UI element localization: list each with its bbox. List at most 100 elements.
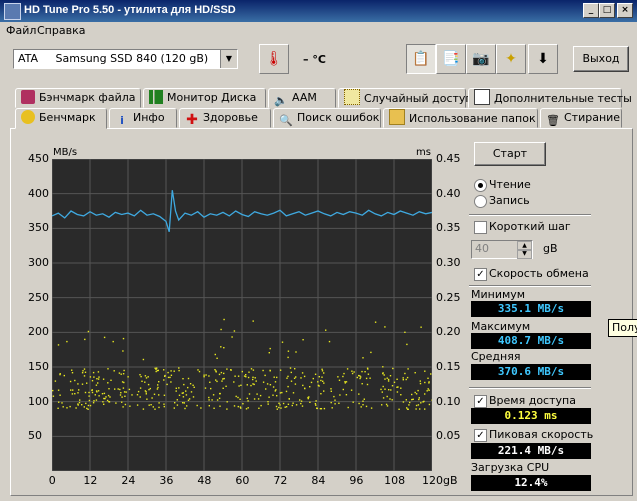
y-right-tick: 0.25 [436, 290, 461, 304]
access-time-point [252, 376, 254, 378]
access-time-point [364, 371, 366, 373]
access-time-point [142, 358, 145, 361]
access-time-point [91, 389, 93, 391]
maximize-button[interactable]: □ [599, 3, 615, 18]
access-time-point [284, 406, 286, 408]
access-time-point [235, 395, 237, 398]
access-time-point [66, 407, 68, 409]
access-time-point [52, 389, 54, 392]
write-radio[interactable] [474, 195, 487, 208]
x-tick: 48 [197, 474, 212, 487]
access-time-point [287, 350, 290, 352]
access-time-point [338, 379, 341, 381]
tab-benchmark[interactable]: Бенчмарк [15, 108, 107, 129]
tab-health[interactable]: ✚ Здоровье [179, 108, 271, 128]
access-time-point [129, 405, 131, 407]
access-time-point [240, 407, 242, 409]
tab-file-benchmark[interactable]: Бэнчмарк файла [15, 88, 141, 108]
min-value: 335.1 MB/s [471, 301, 591, 317]
thermometer-icon[interactable]: 🌡 [259, 44, 289, 74]
access-time-point [81, 383, 84, 385]
tab-aam[interactable]: 🔈 AAM [268, 88, 336, 108]
tab-erase[interactable]: 🗑 Стирание [540, 108, 622, 128]
access-time-point [216, 380, 218, 383]
access-time-point [269, 370, 271, 372]
access-time-point [363, 398, 365, 400]
access-time-point [285, 390, 288, 393]
camera-icon[interactable]: 📷 [466, 44, 496, 74]
drive-select[interactable]: ATA Samsung SSD 840 (120 gB) ▼ [13, 49, 238, 69]
minimize-button[interactable]: _ [583, 3, 599, 18]
tab-random-access[interactable]: Случайный доступ [338, 88, 473, 108]
access-time-point [285, 406, 288, 408]
short-step-checkbox[interactable] [474, 221, 487, 234]
access-time-point [384, 378, 386, 380]
spinner-down-icon[interactable]: ▼ [517, 249, 532, 259]
access-time-point [291, 404, 293, 407]
tab-info[interactable]: i Инфо [109, 108, 177, 128]
exit-button[interactable]: Выход [573, 46, 629, 72]
chevron-down-icon[interactable]: ▼ [220, 50, 237, 68]
start-button[interactable]: Старт [474, 142, 546, 166]
title-bar: HD Tune Pro 5.50 - утилита для HD/SSD _ … [0, 0, 637, 22]
menu-help[interactable]: Справка [37, 24, 85, 37]
tab-extra-tests[interactable]: Дополнительные тесты [468, 88, 632, 108]
access-time-point [184, 407, 186, 410]
max-label: Максимум [471, 320, 531, 333]
access-time-point [85, 402, 87, 405]
access-time-point [386, 377, 388, 379]
access-time-point [124, 403, 127, 406]
download-arrow-icon[interactable]: ⬇ [528, 44, 558, 74]
access-time-point [360, 406, 362, 408]
access-time-point [361, 383, 363, 385]
close-button[interactable]: × [617, 3, 633, 18]
copy-info-icon[interactable]: 📋 [406, 44, 436, 74]
read-radio[interactable] [474, 179, 487, 192]
access-time-point [139, 387, 142, 389]
access-time-point [233, 330, 236, 332]
access-time-point [169, 376, 171, 379]
access-time-point [101, 393, 104, 395]
access-time-point [294, 368, 296, 370]
access-time-point [240, 384, 242, 386]
access-time-checkbox[interactable]: ✓ [474, 395, 487, 408]
access-time-point [419, 408, 421, 410]
tab-error-scan[interactable]: 🔍 Поиск ошибок [273, 108, 381, 128]
step-spinner[interactable]: 40 ▲ ▼ [471, 240, 533, 259]
access-time-point [158, 402, 160, 404]
x-tick: 108 [384, 474, 406, 487]
access-time-point [345, 381, 348, 383]
menu-file[interactable]: Файл [6, 24, 36, 37]
magnifier-icon: 🔍 [279, 114, 293, 127]
access-time-point [216, 357, 218, 359]
access-time-point [147, 376, 149, 378]
access-time-point [408, 404, 410, 406]
access-time-point [147, 383, 150, 386]
access-time-point [203, 376, 205, 378]
step-unit: gB [543, 242, 558, 255]
access-time-point [314, 373, 317, 375]
access-time-point [187, 377, 190, 380]
access-time-point [424, 370, 426, 372]
access-time-point [365, 405, 368, 408]
y-left-tick: 350 [28, 221, 49, 235]
access-time-point [183, 402, 185, 404]
speaker-icon: 🔈 [274, 94, 288, 107]
options-icon[interactable]: ✦ [496, 44, 526, 74]
access-time-point [245, 408, 248, 410]
tab-folder-usage[interactable]: Использование папок [383, 108, 538, 128]
tab-disk-monitor[interactable]: Монитор Диска [143, 88, 266, 108]
access-time-point [176, 404, 179, 406]
access-time-point [223, 377, 225, 380]
transfer-checkbox[interactable]: ✓ [474, 268, 487, 281]
access-time-point [185, 390, 187, 392]
burst-rate-checkbox[interactable]: ✓ [474, 429, 487, 442]
access-time-point [411, 398, 413, 401]
access-time-point [382, 397, 385, 399]
copy-results-icon[interactable]: 📑 [436, 44, 466, 74]
access-time-point [213, 407, 215, 409]
access-time-point [274, 381, 277, 383]
benchmark-icon [21, 110, 35, 124]
access-time-point [107, 394, 110, 397]
access-time-point [103, 336, 106, 339]
